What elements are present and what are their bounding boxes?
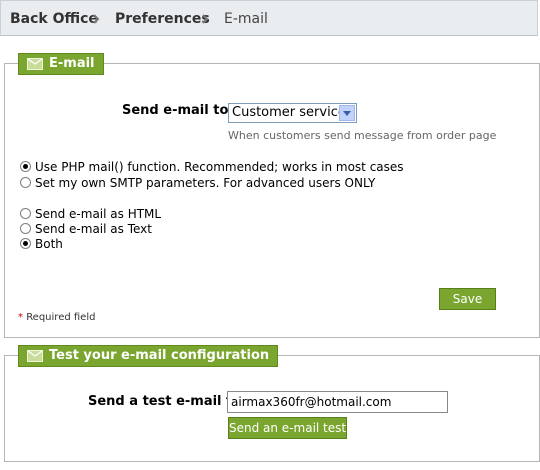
- radio-text-label: Send e-mail as Text: [35, 222, 152, 236]
- breadcrumb: Back Office Preferences E-mail: [0, 0, 538, 36]
- breadcrumb-preferences[interactable]: Preferences: [115, 11, 210, 27]
- send-test-email-button[interactable]: Send an e-mail test: [228, 417, 347, 439]
- send-to-select[interactable]: Customer service: [228, 103, 357, 123]
- radio-smtp-button[interactable]: [20, 177, 31, 188]
- radio-php-mail-button[interactable]: [20, 161, 31, 172]
- envelope-icon: [27, 58, 43, 70]
- required-field-note: * Required field: [18, 312, 95, 323]
- required-text: Required field: [26, 312, 96, 323]
- radio-html-label: Send e-mail as HTML: [35, 207, 162, 221]
- test-email-label: Send a test e-mail to: [88, 394, 242, 409]
- radio-php-mail-label: Use PHP mail() function. Recommended; wo…: [35, 160, 404, 174]
- envelope-icon: [27, 350, 43, 362]
- save-button[interactable]: Save: [439, 288, 496, 310]
- chevron-right-icon: [202, 14, 209, 24]
- send-to-selected-value: Customer service: [232, 105, 346, 120]
- test-email-legend: Test your e-mail configuration: [18, 345, 279, 367]
- radio-both-label: Both: [35, 237, 63, 251]
- chevron-right-icon: [93, 14, 100, 24]
- test-email-input[interactable]: airmax360fr@hotmail.com: [227, 391, 448, 413]
- test-email-legend-text: Test your e-mail configuration: [49, 348, 270, 363]
- send-to-hint: When customers send message from order p…: [228, 129, 497, 142]
- email-legend-text: E-mail: [49, 56, 95, 71]
- required-star: *: [18, 312, 23, 323]
- radio-html-button[interactable]: [20, 208, 31, 219]
- radio-smtp-label: Set my own SMTP parameters. For advanced…: [35, 176, 376, 190]
- breadcrumb-current-email: E-mail: [224, 11, 268, 27]
- breadcrumb-back-office[interactable]: Back Office: [10, 11, 98, 27]
- radio-both-button[interactable]: [20, 238, 31, 249]
- radio-text-button[interactable]: [20, 223, 31, 234]
- email-legend: E-mail: [18, 53, 104, 75]
- dropdown-arrow-icon[interactable]: [339, 105, 355, 121]
- send-to-label: Send e-mail to:: [122, 103, 234, 118]
